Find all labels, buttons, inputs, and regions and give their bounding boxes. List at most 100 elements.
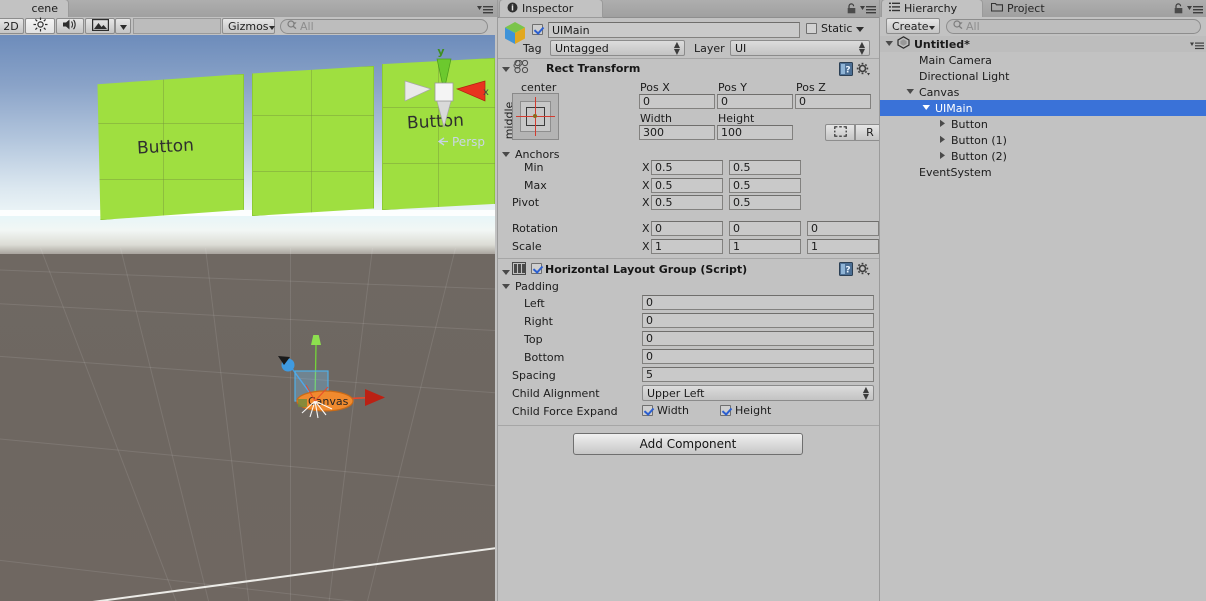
- force-expand-height-toggle[interactable]: Height: [720, 404, 771, 417]
- scene-viewport[interactable]: Button Button Canvas y x Persp: [0, 35, 495, 601]
- child-force-expand-label: Child Force Expand: [512, 405, 618, 418]
- effects-dropdown-button[interactable]: [115, 18, 131, 34]
- tab-project[interactable]: Project: [984, 0, 1074, 17]
- hierarchy-item-main-camera[interactable]: Main Camera: [880, 52, 1206, 68]
- svg-text:i: i: [511, 3, 514, 12]
- add-component-label: Add Component: [639, 437, 737, 451]
- lock-icon[interactable]: [1174, 3, 1183, 17]
- static-checkbox[interactable]: [806, 23, 817, 34]
- axis-x-label-scale: X: [642, 240, 650, 253]
- tab-scene[interactable]: cene: [0, 0, 68, 17]
- scale-x-input[interactable]: 1: [651, 239, 723, 254]
- force-expand-width-checkbox[interactable]: [642, 405, 653, 416]
- tag-dropdown[interactable]: Untagged ▲ ▼: [550, 40, 685, 56]
- chevron-right-icon[interactable]: [938, 150, 949, 163]
- hierarchy-search-input[interactable]: All: [946, 19, 1201, 34]
- padding-bottom-input[interactable]: 0: [642, 349, 874, 364]
- pivot-x-input[interactable]: 0.5: [651, 195, 723, 210]
- rotation-x-input[interactable]: 0: [651, 221, 723, 236]
- layer-label: Layer: [694, 42, 725, 55]
- scale-z-input[interactable]: 1: [807, 239, 879, 254]
- force-expand-width-toggle[interactable]: Width: [642, 404, 689, 417]
- anchor-min-x-value: 0.5: [655, 161, 673, 174]
- pivot-y-input[interactable]: 0.5: [729, 195, 801, 210]
- padding-right-value: 0: [646, 314, 653, 327]
- scale-y-input[interactable]: 1: [729, 239, 801, 254]
- blueprint-mode-button[interactable]: [825, 124, 855, 141]
- force-expand-height-checkbox[interactable]: [720, 405, 731, 416]
- hierarchy-item-label: Main Camera: [919, 53, 992, 67]
- scale-label: Scale: [512, 240, 542, 253]
- hamburger-menu-icon[interactable]: [860, 4, 876, 17]
- lighting-toggle-button[interactable]: [25, 17, 55, 34]
- tab-inspector[interactable]: i Inspector: [500, 0, 602, 17]
- anchor-preset-widget[interactable]: [512, 93, 559, 140]
- pos-y-input[interactable]: 0: [717, 94, 793, 109]
- rect-transform-icon: [512, 59, 538, 79]
- spacing-input[interactable]: 5: [642, 367, 874, 382]
- rotation-label: Rotation: [512, 222, 559, 235]
- add-component-button[interactable]: Add Component: [573, 433, 803, 455]
- horizontal-layout-icon: [512, 262, 526, 275]
- tab-hierarchy[interactable]: Hierarchy: [882, 0, 982, 17]
- audio-toggle-button[interactable]: [56, 18, 84, 34]
- object-enabled-checkbox[interactable]: [532, 24, 543, 35]
- pos-z-label: Pos Z: [796, 81, 826, 94]
- anchors-foldout[interactable]: Anchors: [502, 148, 560, 161]
- hierarchy-item-uimain[interactable]: UIMain: [880, 100, 1206, 116]
- hierarchy-item-directional-light[interactable]: Directional Light: [880, 68, 1206, 84]
- hierarchy-item-button-2[interactable]: Button (2): [880, 148, 1206, 164]
- layout-group-enabled-checkbox[interactable]: [531, 263, 542, 274]
- hierarchy-scene-row[interactable]: Untitled*: [880, 36, 1206, 52]
- padding-left-input[interactable]: 0: [642, 295, 874, 310]
- chevron-down-icon[interactable]: [885, 38, 894, 51]
- chevron-down-icon[interactable]: [856, 22, 865, 35]
- chevron-right-icon[interactable]: [938, 118, 949, 131]
- chevron-right-icon[interactable]: [938, 134, 949, 147]
- anchor-min-y-input[interactable]: 0.5: [729, 160, 801, 175]
- scene-axis-gizmo[interactable]: y x Persp: [397, 43, 489, 149]
- scene-search-input[interactable]: All: [280, 19, 488, 34]
- gizmos-dropdown-button[interactable]: Gizmos: [222, 18, 275, 34]
- child-alignment-value: Upper Left: [647, 386, 705, 400]
- chevron-down-icon[interactable]: [906, 86, 917, 99]
- toggle-2d-button[interactable]: 2D: [0, 18, 24, 34]
- padding-foldout[interactable]: Padding: [502, 280, 559, 293]
- layout-group-foldout[interactable]: [502, 265, 510, 278]
- anchor-min-x-input[interactable]: 0.5: [651, 160, 723, 175]
- gear-icon[interactable]: [856, 62, 871, 79]
- rect-transform-foldout[interactable]: [502, 62, 510, 75]
- hierarchy-item-eventsystem[interactable]: EventSystem: [880, 164, 1206, 180]
- hamburger-menu-icon[interactable]: [1187, 4, 1203, 17]
- anchor-max-y-input[interactable]: 0.5: [729, 178, 801, 193]
- rotation-z-input[interactable]: 0: [807, 221, 879, 236]
- layer-dropdown[interactable]: UI ▲ ▼: [730, 40, 870, 56]
- chevron-down-icon[interactable]: [922, 102, 933, 115]
- width-input[interactable]: 300: [639, 125, 715, 140]
- move-gizmo[interactable]: Canvas: [240, 335, 390, 445]
- pos-x-input[interactable]: 0: [639, 94, 715, 109]
- help-book-icon[interactable]: ?: [839, 262, 853, 279]
- object-name-input[interactable]: UIMain: [548, 22, 800, 38]
- hierarchy-item-button-1[interactable]: Button (1): [880, 132, 1206, 148]
- hierarchy-item-canvas[interactable]: Canvas: [880, 84, 1206, 100]
- height-input[interactable]: 100: [717, 125, 793, 140]
- effects-toggle-button[interactable]: [85, 18, 115, 34]
- static-toggle[interactable]: Static: [806, 22, 865, 35]
- create-dropdown-button[interactable]: Create: [886, 18, 940, 34]
- help-book-icon[interactable]: ?: [839, 62, 853, 79]
- pos-z-input[interactable]: 0: [795, 94, 871, 109]
- scene-menu-icon[interactable]: [477, 4, 493, 17]
- gear-icon[interactable]: [856, 262, 871, 279]
- padding-top-input[interactable]: 0: [642, 331, 874, 346]
- rotation-y-input[interactable]: 0: [729, 221, 801, 236]
- hierarchy-item-button[interactable]: Button: [880, 116, 1206, 132]
- scene-object-button-0[interactable]: Button: [97, 74, 244, 220]
- hierarchy-tabbar: Hierarchy Project: [880, 0, 1206, 18]
- padding-right-input[interactable]: 0: [642, 313, 874, 328]
- lock-icon[interactable]: [847, 3, 856, 17]
- anchor-max-x-input[interactable]: 0.5: [651, 178, 723, 193]
- scene-object-button-1[interactable]: [252, 66, 374, 216]
- child-alignment-dropdown[interactable]: Upper Left ▲ ▼: [642, 385, 874, 401]
- height-value: 100: [721, 126, 742, 139]
